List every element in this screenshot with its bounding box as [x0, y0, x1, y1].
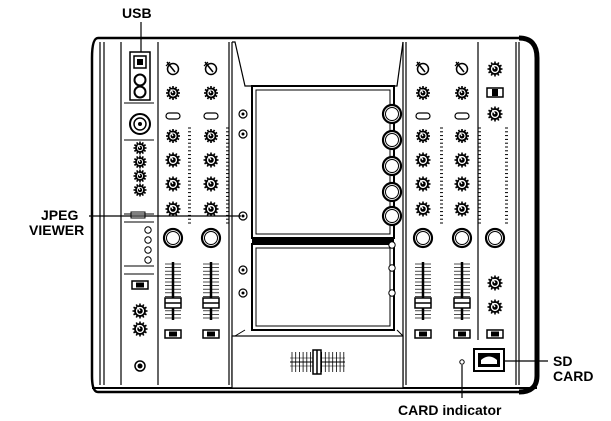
sd-card-callout-line2: CARD	[553, 368, 594, 384]
cue-button	[451, 227, 473, 249]
fader-curve-switch	[414, 329, 432, 339]
split-cue-switch	[131, 280, 149, 290]
cue-button	[200, 227, 222, 249]
small-selector	[130, 211, 146, 219]
jpeg-viewer-callout-line2: VIEWER	[29, 222, 85, 238]
booth-cue-button	[484, 227, 506, 249]
fader-curve-switch	[453, 329, 471, 339]
indicator-led	[144, 226, 152, 234]
viewer-indicator	[388, 264, 396, 272]
usb-port	[129, 51, 151, 101]
viewer-control-button	[381, 181, 403, 203]
viewer-indicator	[388, 241, 396, 249]
viewer-control-ring	[238, 129, 248, 139]
viewer-control-button	[381, 205, 403, 227]
cue-button	[412, 227, 434, 249]
jpeg-viewer-screen-upper	[251, 85, 395, 239]
indicator-led	[144, 236, 152, 244]
card-indicator-led	[459, 359, 465, 365]
viewer-indicator	[388, 289, 396, 297]
fader-curve-switch	[164, 329, 182, 339]
cue-button	[162, 227, 184, 249]
mixer-diagram	[89, 22, 548, 398]
mode-switch	[486, 87, 504, 98]
viewer-control-button	[381, 155, 403, 177]
jpeg-viewer-callout-line1: JPEG	[41, 207, 79, 223]
channel-switch	[203, 112, 219, 120]
viewer-control-button	[381, 129, 403, 151]
headphone-jack	[134, 360, 146, 372]
output-switch	[486, 329, 504, 339]
channel-switch	[454, 112, 470, 120]
viewer-control-button	[381, 103, 403, 125]
indicator-led	[144, 256, 152, 264]
fader-curve-switch	[202, 329, 220, 339]
sd-card-callout-line1: SD	[553, 353, 573, 369]
channel-switch	[165, 112, 181, 120]
card-indicator-callout-label: CARD indicator	[398, 402, 502, 418]
usb-callout-label: USB	[122, 5, 152, 21]
viewer-control-ring	[238, 288, 248, 298]
channel-switch	[415, 112, 431, 120]
sd-card-slot	[473, 348, 505, 372]
indicator-led	[144, 246, 152, 254]
viewer-control-ring	[238, 265, 248, 275]
jpeg-viewer-screen-lower	[251, 243, 395, 331]
viewer-control-ring	[238, 109, 248, 119]
